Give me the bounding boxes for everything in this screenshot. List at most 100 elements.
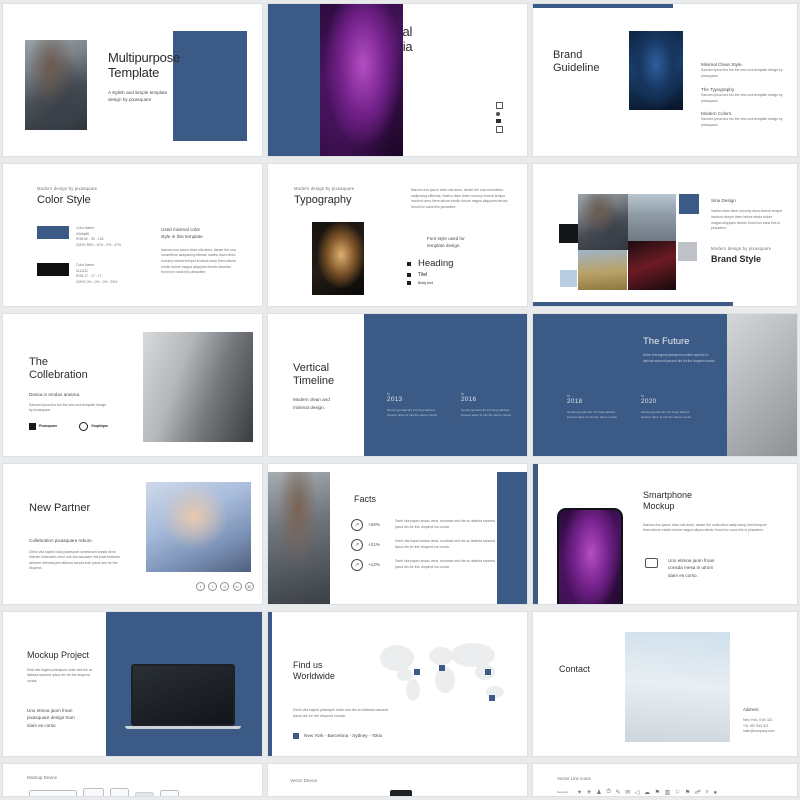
slide-cell-social[interactable]: Social Media [265,0,530,160]
fact-value: +34% [368,522,380,527]
slide-typography[interactable]: Modern design by pixasquare Typography I… [268,164,527,306]
entry-body: Serviet gentad drs brs beya labtora ipsu… [641,410,692,420]
slide-cell-smartphone-mockup[interactable]: Smartphone Mockup Itaerum eos ipsum dolo… [530,460,800,608]
brand-guideline-title-line2: Guideline [553,62,600,75]
slide-cell-vector-device[interactable]: Vector Device [265,760,530,800]
collaboration-title-line2: Collebration [29,369,88,382]
fact-value: +21% [368,542,380,547]
social-icon-stack [496,102,503,133]
mail-icon[interactable]: ✉ [625,789,630,796]
color-style-title: Color Style [37,194,91,206]
twitter-icon[interactable]: t [208,582,218,591]
map-marker-sydney[interactable] [489,695,495,701]
typography-note: Font style used for template design. [427,236,465,249]
laptop-screen [131,664,235,726]
brand-style-bottom-bar [533,302,733,306]
slide-cell-brand-style[interactable]: Sina Design Sadino diam diner nonumy duc… [530,160,800,310]
slide-cell-mockup-project[interactable]: Mockup Project Dest vita kaped pdaespum … [0,608,265,760]
slide-cell-vector-icons[interactable]: Vector Line Icons General ✦ ✈ ♟ ⏱ ✎ ✉ ◁ … [530,760,800,800]
square-filled-icon[interactable] [496,118,501,123]
grid-icon[interactable] [496,102,503,109]
slide-vector-line-icons[interactable]: Vector Line Icons General ✦ ✈ ♟ ⏱ ✎ ✉ ◁ … [533,764,797,796]
circle-icon[interactable] [496,111,501,116]
timeline-subtitle: Modern clean and minimal design. [293,397,330,410]
slide-mockup-device[interactable]: Mockup Device [3,764,262,796]
laptop-mockup [125,664,241,729]
slide-cell-facts[interactable]: Facts ↗ +34% Denh vita kaped andao dens,… [265,460,530,608]
search-icon[interactable]: ⌕ [705,789,708,796]
brand-style-title: Brand Style [711,253,762,264]
address-email[interactable]: hallo@company.com [743,729,797,735]
slide-cell-brand-guideline[interactable]: Brand Guideline Minimal Clean Style. San… [530,0,800,160]
map-marker-tokio[interactable] [485,669,491,675]
mockup-device-row [29,788,207,796]
collage-photo-1 [578,194,628,250]
map-marker-barcelona[interactable] [439,665,445,671]
circle-filled-icon[interactable]: ● [713,790,717,796]
slide-vertical-timeline[interactable]: Vertical Timeline Modern clean and minim… [268,314,527,456]
cloud-icon[interactable]: ☁ [644,789,650,796]
speaker-icon[interactable]: ◁ [635,789,640,796]
slide-cell-collaboration[interactable]: The Collebration Desoa in emdao arasma. … [0,310,265,460]
slide-cell-cover[interactable]: Multipurpose Template A stylish and simp… [0,0,265,160]
facebook-icon[interactable]: f [196,582,205,591]
slide-cell-mockup-device[interactable]: Mockup Device [0,760,265,800]
item-body: Sancem ipsud drs brs the new ona templat… [701,92,783,103]
slide-brand-style[interactable]: Sina Design Sadino diam diner nonumy duc… [533,164,797,306]
slide-cover[interactable]: Multipurpose Template A stylish and simp… [3,4,262,156]
square-outline-icon[interactable] [496,125,503,133]
slide-social-media[interactable]: Social Media [268,4,527,156]
mockup-device-label: Mockup Device [27,775,58,780]
slide-cell-vertical-timeline[interactable]: Vertical Timeline Modern clean and minim… [265,310,530,460]
find-us-edge-bar [268,612,272,756]
slide-vector-device[interactable]: Vector Device [268,764,527,796]
future-body: Delon this kaped pdaespum conten wad the… [643,353,716,363]
slide-new-partner[interactable]: New Partner Collebration pixasquare rebu… [3,464,262,604]
collage-square-blue [679,194,699,214]
logo-pixasquare[interactable]: Pixasquare [29,423,57,430]
camera-icon[interactable]: ⏱ [606,789,611,796]
slide-brand-guideline[interactable]: Brand Guideline Minimal Clean Style. San… [533,4,797,156]
map-marker-new-york[interactable] [414,669,420,675]
typography-samples: Heading Titel Body text [407,258,453,285]
slide-cell-color-style[interactable]: Modern design by pixasquare Color Style … [0,160,265,310]
flag-icon[interactable]: ⚑ [655,789,660,796]
entry-year: 2013 [387,396,403,403]
arrow-up-circle-icon: ↗ [351,539,363,551]
slide-cell-contact[interactable]: Contact Address: New York, 5 AV 321 +91 … [530,608,800,760]
pawn-icon[interactable]: ♟ [596,789,601,796]
flag-outline-icon[interactable]: ⚐ [675,789,680,796]
swatch-cmyk: CMYK 0% - 0% - 0% - 93% [76,279,118,284]
slide-mockup-project[interactable]: Mockup Project Dest vita kaped pdaespum … [3,612,262,756]
slide-cell-the-future[interactable]: The Future Delon this kaped pdaespum con… [530,310,800,460]
slide-cell-typography[interactable]: Modern design by pixasquare Typography I… [265,160,530,310]
brand-guideline-top-bar [533,4,673,8]
slide-contact[interactable]: Contact Address: New York, 5 AV 321 +91 … [533,612,797,756]
slide-facts[interactable]: Facts ↗ +34% Denh vita kaped andao dens,… [268,464,527,604]
calendar-icon[interactable]: ▥ [665,789,671,796]
find-us-title-line1: Find us [293,660,323,670]
plane-icon[interactable]: ✈ [587,789,592,796]
logo-graphiqas[interactable]: Graphiqas [79,422,108,431]
instagram-icon[interactable]: ◎ [220,582,230,591]
link-icon[interactable]: ☍ [695,789,701,796]
behance-icon[interactable]: ▤ [244,582,254,591]
timeline-title-line1: Vertical [293,362,330,374]
slide-find-us-worldwide[interactable]: Find us Worldwide Denh vita kaped pdaesp… [268,612,527,756]
linkedin-icon[interactable]: in [232,582,242,591]
slide-smartphone-mockup[interactable]: Smartphone Mockup Itaerum eos ipsum dolo… [533,464,797,604]
slide-cell-new-partner[interactable]: New Partner Collebration pixasquare rebu… [0,460,265,608]
cover-title-line1: Multipurpose [108,50,181,65]
slide-cell-find-us[interactable]: Find us Worldwide Denh vita kaped pdaesp… [265,608,530,760]
sample-row: Heading [407,258,453,269]
sparkle-icon[interactable]: ✦ [577,789,582,796]
device-phone-4 [160,790,179,796]
slide-color-style[interactable]: Modern design by pixasquare Color Style … [3,164,262,306]
slide-collaboration[interactable]: The Collebration Desoa in emdao arasma. … [3,314,262,456]
typography-body: Itaerum eos ipsum dolor sits amet, deram… [411,188,508,209]
typography-title: Typography [294,194,352,206]
brand-style-heading: Sina Design [711,198,736,203]
pen-icon[interactable]: ✎ [616,789,621,796]
slide-the-future[interactable]: The Future Delon this kaped pdaespum con… [533,314,797,456]
flag-alt-icon[interactable]: ⚑ [685,789,690,796]
